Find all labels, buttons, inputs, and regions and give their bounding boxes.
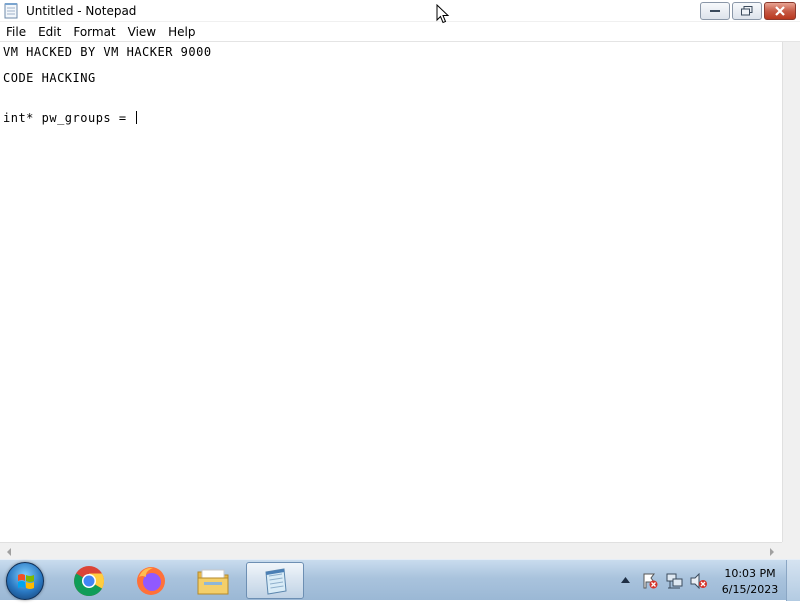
editor-line-1: VM HACKED BY VM HACKER 9000	[3, 45, 212, 59]
minimize-icon	[710, 10, 720, 12]
taskbar-file-explorer[interactable]	[184, 562, 242, 599]
size-grip[interactable]	[782, 542, 800, 559]
menu-bar: File Edit Format View Help	[0, 22, 800, 42]
windows-start-button[interactable]	[6, 562, 44, 600]
notepad-icon	[265, 567, 287, 595]
action-center-icon[interactable]	[642, 573, 658, 589]
show-desktop-button[interactable]	[786, 560, 800, 601]
notepad-app-icon[interactable]	[4, 3, 18, 19]
horizontal-scrollbar[interactable]	[0, 542, 782, 559]
clock-date: 6/15/2023	[721, 583, 779, 596]
firefox-icon	[137, 566, 165, 595]
menu-view[interactable]: View	[122, 25, 162, 39]
text-caret	[136, 111, 138, 124]
show-hidden-icons-arrow[interactable]	[621, 577, 630, 583]
editor-line-2: CODE HACKING	[3, 71, 96, 85]
menu-help[interactable]: Help	[162, 25, 201, 39]
network-icon[interactable]	[666, 573, 684, 589]
menu-edit[interactable]: Edit	[32, 25, 67, 39]
text-editor[interactable]: VM HACKED BY VM HACKER 9000 CODE HACKING…	[0, 42, 782, 542]
close-button[interactable]	[764, 2, 796, 20]
chrome-icon	[74, 565, 105, 596]
file-explorer-icon	[197, 569, 229, 594]
close-icon	[775, 6, 785, 16]
system-clock[interactable]: 10:03 PM 6/15/2023	[720, 566, 780, 598]
maximize-button[interactable]	[732, 2, 762, 20]
volume-muted-icon[interactable]	[690, 573, 708, 589]
taskbar-notepad[interactable]	[246, 562, 304, 599]
clock-time: 10:03 PM	[724, 567, 776, 580]
mouse-pointer-icon	[436, 4, 450, 24]
editor-line-3: int* pw_groups =	[3, 111, 779, 125]
taskbar: 10:03 PM 6/15/2023	[0, 559, 800, 601]
minimize-button[interactable]	[700, 2, 730, 20]
editor-line-3-text: int* pw_groups =	[3, 111, 135, 125]
maximize-icon	[741, 6, 753, 16]
windows-start-icon	[18, 574, 34, 589]
menu-format[interactable]: Format	[67, 25, 121, 39]
title-bar: Untitled - Notepad	[0, 0, 800, 22]
scroll-left-arrow-icon[interactable]	[7, 548, 11, 556]
taskbar-chrome[interactable]	[60, 562, 118, 599]
menu-file[interactable]: File	[0, 25, 32, 39]
scroll-right-arrow-icon[interactable]	[770, 548, 774, 556]
taskbar-firefox[interactable]	[122, 562, 180, 599]
vertical-scrollbar[interactable]	[782, 42, 800, 542]
window-title: Untitled - Notepad	[26, 4, 137, 18]
